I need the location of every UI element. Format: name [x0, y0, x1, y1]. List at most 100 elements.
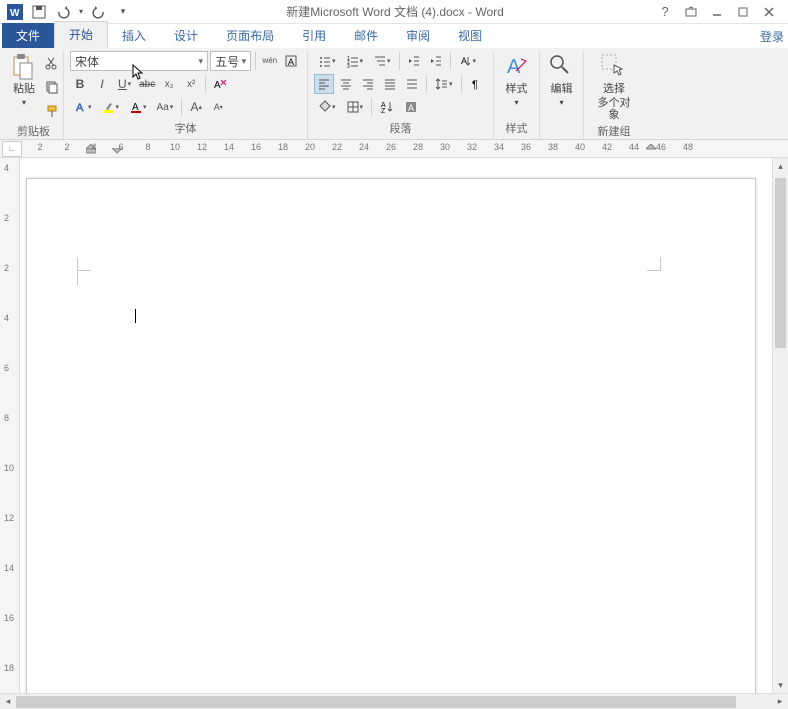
- qat-customize-icon[interactable]: ▾: [112, 1, 134, 23]
- shrink-font-icon[interactable]: A▾: [208, 97, 228, 117]
- borders-icon[interactable]: ▾: [342, 97, 368, 117]
- highlight-icon[interactable]: ▾: [98, 97, 124, 117]
- text-effects-icon[interactable]: A▾: [70, 97, 96, 117]
- ruler-tick: 38: [548, 142, 558, 152]
- quick-access-toolbar: W ▾ ▾: [4, 1, 134, 23]
- font-size-combo[interactable]: 五号▾: [210, 51, 251, 71]
- save-icon[interactable]: [28, 1, 50, 23]
- word-app-icon[interactable]: W: [4, 1, 26, 23]
- ruler-tick: 26: [386, 142, 396, 152]
- vertical-scrollbar[interactable]: ▴ ▾: [772, 158, 788, 693]
- clear-formatting-icon[interactable]: A: [210, 74, 230, 94]
- tab-home[interactable]: 开始: [54, 21, 108, 48]
- phonetic-guide-icon[interactable]: wén: [260, 51, 279, 71]
- change-case-icon[interactable]: Aa▾: [153, 97, 178, 117]
- font-name-combo[interactable]: 宋体▾: [70, 51, 208, 71]
- svg-text:A: A: [408, 103, 414, 113]
- svg-text:A: A: [461, 56, 467, 66]
- svg-text:¶: ¶: [472, 79, 478, 91]
- ruler-tick: 40: [575, 142, 585, 152]
- editing-button[interactable]: 编辑 ▾: [546, 51, 577, 109]
- ruler-tick: 2: [64, 142, 69, 152]
- justify-icon[interactable]: [380, 74, 400, 94]
- distributed-icon[interactable]: [402, 74, 422, 94]
- close-icon[interactable]: [760, 3, 778, 21]
- ruler-tick: 6: [118, 142, 123, 152]
- char-shading-icon[interactable]: A: [400, 97, 422, 117]
- align-center-icon[interactable]: [336, 74, 356, 94]
- shading-icon[interactable]: ▾: [314, 97, 340, 117]
- undo-dropdown-icon[interactable]: ▾: [76, 1, 86, 23]
- grow-font-icon[interactable]: A▴: [186, 97, 206, 117]
- sign-in-link[interactable]: 登录: [760, 28, 784, 45]
- maximize-icon[interactable]: [734, 3, 752, 21]
- multilevel-list-icon[interactable]: ▾: [369, 51, 395, 71]
- svg-text:3: 3: [347, 64, 350, 68]
- sort-icon[interactable]: AZ: [376, 97, 398, 117]
- paste-button[interactable]: 粘贴 ▾: [10, 51, 38, 109]
- tab-insert[interactable]: 插入: [108, 23, 160, 48]
- font-color-icon[interactable]: A▾: [125, 97, 151, 117]
- group-label: 段落: [314, 118, 487, 137]
- redo-icon[interactable]: [88, 1, 110, 23]
- styles-button[interactable]: A 样式 ▾: [500, 51, 533, 109]
- bullets-icon[interactable]: ▾: [314, 51, 340, 71]
- ruler-tick: 4: [4, 163, 9, 173]
- tab-selector-icon[interactable]: ∟: [2, 141, 22, 157]
- scrollbar-thumb[interactable]: [16, 696, 736, 708]
- ribbon-display-icon[interactable]: [682, 3, 700, 21]
- format-painter-icon[interactable]: [42, 101, 62, 121]
- text-direction-icon[interactable]: A▾: [455, 51, 481, 71]
- right-indent-marker[interactable]: [646, 144, 656, 152]
- strikethrough-button[interactable]: abc: [137, 74, 157, 94]
- vertical-ruler[interactable]: 4224681012141618: [0, 158, 20, 693]
- scroll-up-icon[interactable]: ▴: [773, 158, 788, 174]
- scrollbar-track[interactable]: [16, 696, 772, 708]
- ruler-tick: 8: [145, 142, 150, 152]
- scroll-left-icon[interactable]: ◂: [0, 696, 16, 707]
- ruler-tick: 42: [602, 142, 612, 152]
- minimize-icon[interactable]: [708, 3, 726, 21]
- horizontal-scrollbar[interactable]: ◂ ▸: [0, 693, 788, 709]
- superscript-button[interactable]: x²: [181, 74, 201, 94]
- scrollbar-thumb[interactable]: [775, 178, 786, 348]
- horizontal-ruler[interactable]: ∟ 22468101214161820222426283032343638404…: [0, 140, 788, 158]
- ruler-tick: 30: [440, 142, 450, 152]
- bold-button[interactable]: B: [70, 74, 90, 94]
- tab-mailings[interactable]: 邮件: [340, 23, 392, 48]
- undo-icon[interactable]: [52, 1, 74, 23]
- cut-icon[interactable]: [42, 53, 62, 73]
- ribbon: 粘贴 ▾ 剪贴板 宋体▾ 五号▾ wén A B: [0, 48, 788, 140]
- show-marks-icon[interactable]: ¶: [466, 74, 486, 94]
- decrease-indent-icon[interactable]: [404, 51, 424, 71]
- ruler-tick: 10: [170, 142, 180, 152]
- align-left-icon[interactable]: [314, 74, 334, 94]
- scroll-right-icon[interactable]: ▸: [772, 696, 788, 707]
- group-font: 宋体▾ 五号▾ wén A B I U▾ abc x₂ x² A: [64, 51, 308, 139]
- document-page[interactable]: [26, 178, 756, 693]
- align-right-icon[interactable]: [358, 74, 378, 94]
- underline-button[interactable]: U▾: [114, 74, 135, 94]
- tab-layout[interactable]: 页面布局: [212, 23, 288, 48]
- tab-review[interactable]: 审阅: [392, 23, 444, 48]
- svg-text:A: A: [214, 80, 221, 91]
- ruler-tick: 16: [251, 142, 261, 152]
- tab-design[interactable]: 设计: [160, 23, 212, 48]
- numbering-icon[interactable]: 123▾: [342, 51, 368, 71]
- italic-button[interactable]: I: [92, 74, 112, 94]
- copy-icon[interactable]: [42, 77, 62, 97]
- ruler-tick: 2: [37, 142, 42, 152]
- page-viewport[interactable]: [20, 158, 772, 693]
- character-border-icon[interactable]: A: [282, 51, 301, 71]
- tab-references[interactable]: 引用: [288, 23, 340, 48]
- help-icon[interactable]: ?: [656, 3, 674, 21]
- line-spacing-icon[interactable]: ▾: [431, 74, 457, 94]
- increase-indent-icon[interactable]: [426, 51, 446, 71]
- select-multiple-button[interactable]: 选择 多个对象: [596, 51, 632, 121]
- tab-file[interactable]: 文件: [2, 23, 54, 48]
- svg-text:A: A: [76, 102, 84, 114]
- tab-view[interactable]: 视图: [444, 23, 496, 48]
- ruler-tick: 34: [494, 142, 504, 152]
- ruler-tick: 14: [224, 142, 234, 152]
- subscript-button[interactable]: x₂: [159, 74, 179, 94]
